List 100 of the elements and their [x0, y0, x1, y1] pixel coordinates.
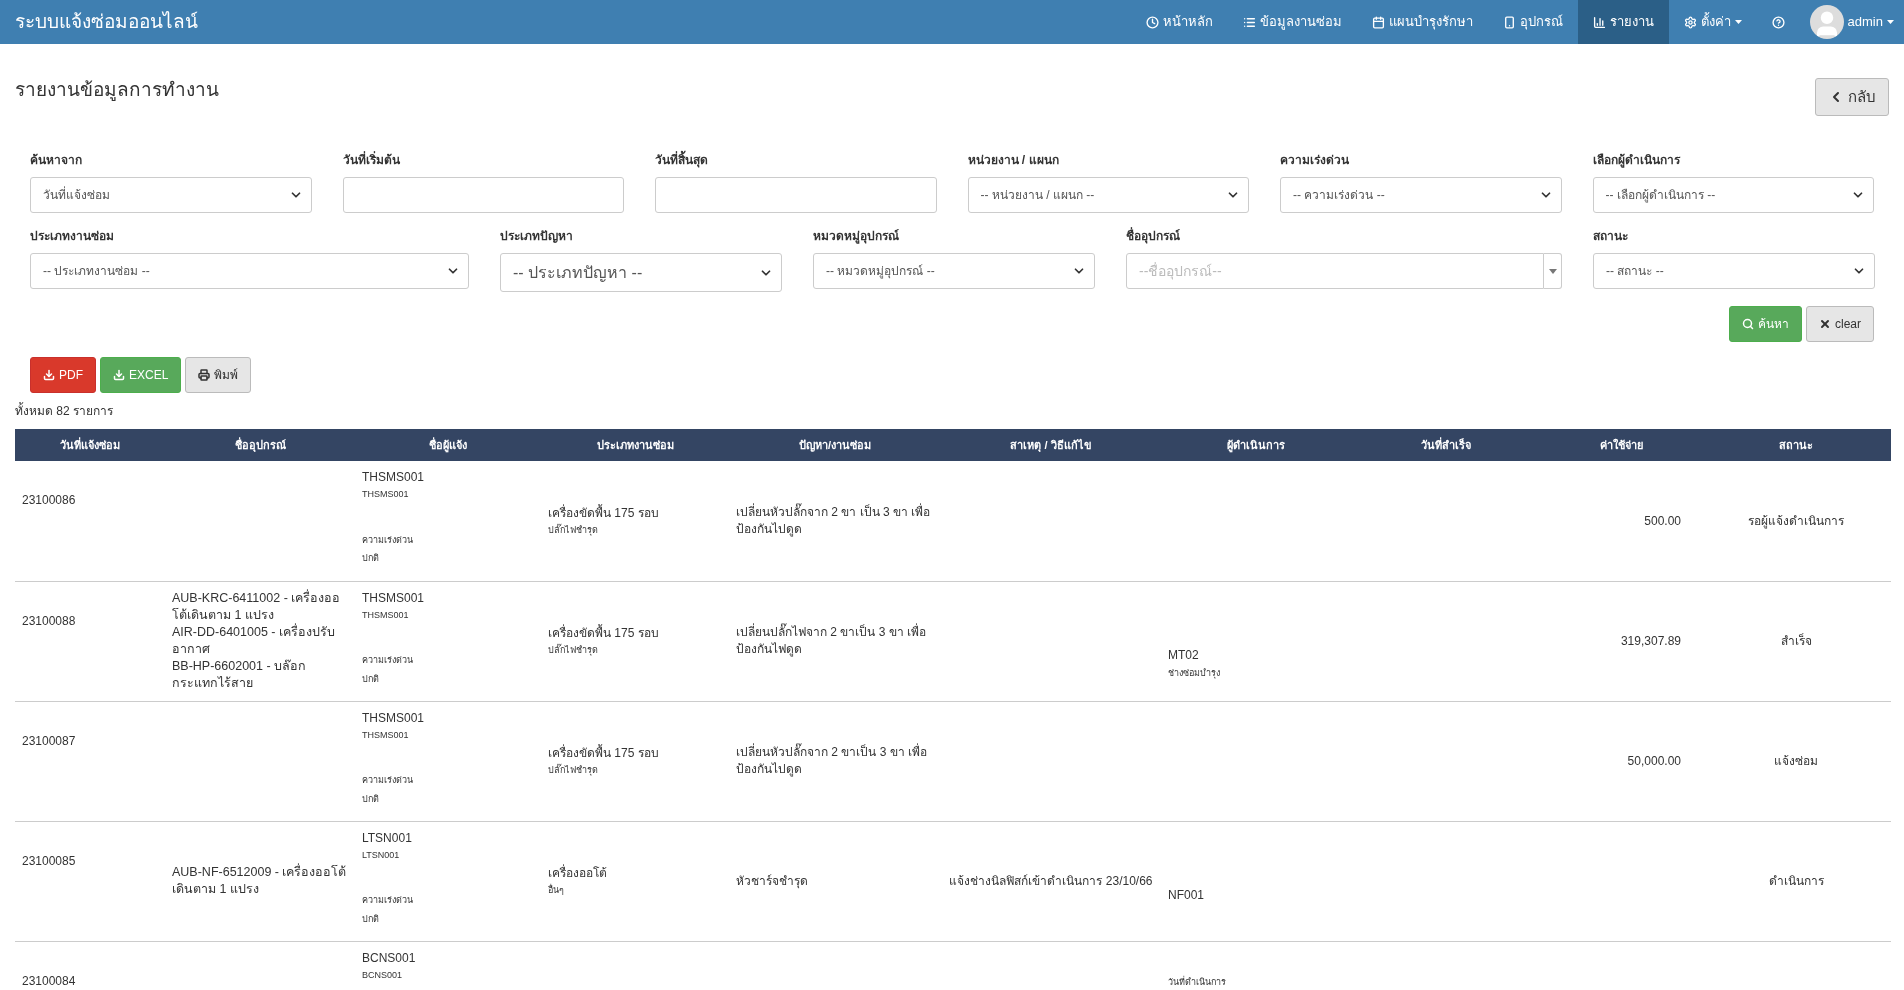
repair-subtype: ปลั๊กไฟชำรุด [548, 524, 599, 538]
table-cell: 23100085 [22, 853, 76, 868]
select-field[interactable]: -- ความเร่งด่วน -- [1280, 177, 1562, 213]
problem-text: เปลี่ยนปลั๊กไฟจาก 2 ขาเป็น 3 ขา เพื่อป้องกันไฟดูด [736, 624, 928, 658]
repair-subtype: อื่นๆ [548, 884, 565, 898]
select-field[interactable]: -- หน่วยงาน / แผนก -- [967, 177, 1249, 213]
nav-link[interactable]: แผนบำรุงรักษา [1356, 0, 1488, 44]
filter-label: ความเร่งด่วน [1280, 152, 1350, 169]
printer-icon [198, 369, 211, 381]
column-header: ชื่ออุปกรณ์ [165, 429, 355, 461]
urgency-label: ความเร่งด่วน [362, 894, 414, 907]
pdf-button[interactable]: PDF [30, 357, 96, 393]
repair-type: เครื่องออโต้ [548, 864, 608, 883]
table-cell: 23100088 [22, 613, 76, 628]
calendar-icon [1371, 15, 1385, 29]
filter-label: ประเภทปัญหา [500, 228, 574, 245]
reporter-subcode: THSMS001 [362, 488, 410, 501]
operator-code: MT02 [1168, 646, 1200, 664]
clock-icon [1145, 15, 1159, 29]
column-header: วันที่แจ้งซ่อม [15, 429, 165, 461]
select-field[interactable]: -- ประเภทงานซ่อม -- [30, 253, 469, 289]
date-field[interactable] [342, 177, 624, 213]
reporter-code: THSMS001 [362, 709, 426, 727]
dropdown-toggle[interactable] [1544, 253, 1562, 289]
column-header: วันที่สำเร็จ [1351, 429, 1541, 461]
urgency-label: ความเร่งด่วน [362, 533, 414, 547]
status-text: สำเร็จ [1780, 634, 1812, 648]
user-menu[interactable]: admin [1799, 0, 1904, 44]
filter-label: วันที่สิ้นสุด [655, 151, 937, 169]
operator-role: ช่างซ่อมบำรุง [1168, 666, 1221, 680]
repair-subtype: ปลั๊กไฟชำรุด [548, 644, 599, 658]
clear-button[interactable]: clear [1806, 306, 1874, 342]
filter-label: ชื่ออุปกรณ์ [1126, 227, 1181, 245]
total-count: ทั้งหมด 82 รายการ [14, 402, 114, 420]
select-field[interactable]: -- หมวดหมู่อุปกรณ์ -- [813, 253, 1095, 289]
filter-label: วันที่เริ่มต้น [342, 151, 401, 169]
caret-icon [1887, 20, 1894, 24]
repair-subtype: ปลั๊กไฟชำรุด [548, 764, 599, 778]
urgency-label: ความเร่งด่วน [362, 774, 414, 787]
operator-label: วันที่ดำเนินการ [1168, 975, 1227, 989]
reporter-subcode: BCNS001 [362, 968, 404, 982]
problem-text: เปลี่ยนหัวปลั๊กจาก 2 ขาเป็น 3 ขา เพื่อป้องกันไปดูด [736, 744, 929, 778]
equipment-combo-field[interactable]: --ชื่ออุปกรณ์-- [1126, 253, 1544, 289]
settings-icon [1683, 15, 1697, 29]
operator-code: NF001 [1168, 886, 1206, 904]
status-text: รอผู้แจ้งดำเนินการ [1748, 513, 1844, 528]
cost-cell: 500.00 [1644, 513, 1681, 528]
reporter-subcode: THSMS001 [362, 728, 410, 742]
problem-text: เปลี่ยนหัวปลั๊กจาก 2 ขา เป็น 3 ขา เพื่อป้องกันไปดูด [736, 503, 932, 538]
repair-type: เครื่องขัดพื้น 175 รอบ [548, 744, 660, 763]
reporter-code: THSMS001 [362, 469, 426, 486]
filter-label: เลือกผู้ดำเนินการ [1592, 152, 1681, 169]
equipment-name: AUB-KRC-6411002 - เครื่องออโต้เดินตาม 1 แปรง [172, 590, 342, 623]
download-icon [43, 369, 55, 381]
select-field[interactable]: -- เลือกผู้ดำเนินการ -- [1592, 177, 1874, 213]
brand-title[interactable]: ระบบแจ้งซ่อมออนไลน์ [15, 7, 1131, 37]
urgency-value: ปกติ [362, 672, 380, 686]
column-header: ชื่อผู้แจ้ง [355, 429, 541, 461]
nav-link[interactable]: ข้อมูลงานซ่อม [1227, 0, 1357, 44]
status-text: แจ้งซ่อม [1774, 754, 1818, 768]
list-icon [1242, 15, 1256, 29]
column-header: สาเหตุ / วิธีแก้ไข [941, 429, 1161, 461]
select-field[interactable]: -- ประเภทปัญหา -- [500, 253, 782, 292]
reporter-subcode: THSMS001 [362, 608, 410, 622]
equipment-name: AIR-DD-6401005 - เครื่องปรับอากาศ [172, 624, 336, 658]
reporter-code: THSMS001 [362, 589, 426, 607]
filter-label: หน่วยงาน / แผนก [967, 152, 1060, 169]
print-button[interactable]: พิมพ์ [185, 357, 252, 393]
table-cell: 23100084 [22, 973, 76, 988]
status-text: ดำเนินการ [1768, 874, 1824, 888]
equipment-name: AUB-NF-6512009 - เครื่องออโต้เดินตาม 1 แปรง [172, 864, 348, 898]
nav-link[interactable]: หน้าหลัก [1130, 0, 1228, 44]
nav-link[interactable]: ตั้งค่า [1668, 0, 1757, 44]
filter-label: สถานะ [1593, 228, 1629, 245]
column-header: ค่าใช้จ่าย [1541, 429, 1701, 461]
caret-icon [1548, 268, 1557, 274]
urgency-value: ปกติ [362, 912, 380, 926]
problem-text: หัวชาร์จชำรุด [736, 872, 809, 890]
reporter-code: BCNS001 [362, 949, 417, 967]
page-title: รายงานข้อมูลการทำงาน [15, 78, 219, 103]
close-icon [1819, 318, 1831, 330]
select-field[interactable]: วันที่แจ้งซ่อม [30, 177, 312, 213]
bar-chart-icon [1592, 15, 1606, 29]
equipment-name: BB-HP-6602001 - บล๊อกกระแทกไร้สาย [172, 658, 308, 692]
filter-label: หมวดหมู่อุปกรณ์ [813, 228, 900, 245]
download-icon [113, 369, 125, 381]
column-header: ผู้ดำเนินการ [1161, 429, 1351, 461]
nav-link[interactable]: รายงาน [1577, 0, 1669, 44]
date-field[interactable] [655, 177, 937, 213]
column-header: สถานะ [1701, 429, 1891, 461]
avatar-icon [1809, 5, 1844, 39]
back-button[interactable]: กลับ [1815, 78, 1889, 116]
reporter-subcode: LTSN001 [362, 848, 401, 862]
select-field[interactable]: -- สถานะ -- [1593, 253, 1875, 289]
filter-label: ค้นหาจาก [30, 152, 83, 169]
repair-type: เครื่องขัดพื้น 175 รอบ [548, 624, 660, 643]
nav-link[interactable]: อุปกรณ์ [1487, 0, 1578, 44]
table-cell: 23100087 [22, 733, 76, 748]
table-cell: 23100086 [22, 493, 76, 507]
column-header: ปัญหา/งานซ่อม [729, 429, 941, 461]
